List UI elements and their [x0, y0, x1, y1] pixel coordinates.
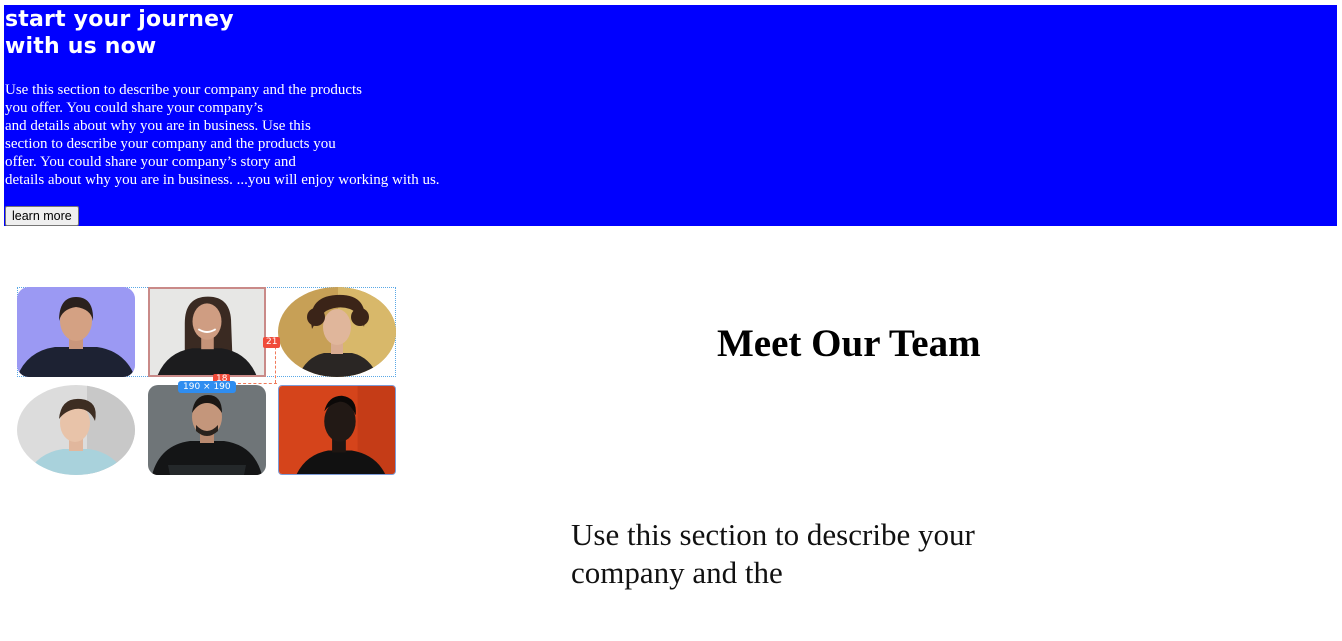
hero-title-line-1: start your journey [5, 7, 234, 32]
hero-text-line: Use this section to describe your compan… [5, 82, 362, 98]
hero-title-line-2: with us now [5, 34, 157, 59]
hero-description: Use this section to describe your compan… [5, 81, 440, 189]
hero-text-line: section to describe your company and the… [5, 136, 336, 152]
size-label: 190 × 190 [178, 381, 236, 393]
team-photo-5 [148, 385, 266, 475]
hero-text-line: offer. You could share your company’s st… [5, 154, 296, 170]
team-description-line-2: company and the [571, 555, 783, 590]
team-photo-grid: 21 18 190 × 190 [17, 287, 398, 475]
team-description-line-1: Use this section to describe your [571, 517, 975, 552]
hero-text-line: you offer. You could share your company’… [5, 100, 264, 116]
team-heading: Meet Our Team [717, 322, 981, 365]
team-photo-1 [17, 287, 135, 377]
team-photo-4 [17, 385, 135, 475]
team-photo-3 [278, 287, 396, 377]
hero-section: start your journey with us now Use this s… [4, 5, 1337, 226]
team-photo-6 [278, 385, 396, 475]
team-description: Use this section to describe your company… [571, 516, 975, 592]
hero-text-line: and details about why you are in busines… [5, 118, 311, 134]
hero-text-line: details about why you are in business. .… [5, 172, 440, 188]
spacing-label-right: 21 [263, 337, 281, 348]
hero-title: start your journey with us now [5, 6, 234, 60]
team-photo-2 [148, 287, 266, 377]
learn-more-button[interactable]: learn more [5, 206, 79, 226]
